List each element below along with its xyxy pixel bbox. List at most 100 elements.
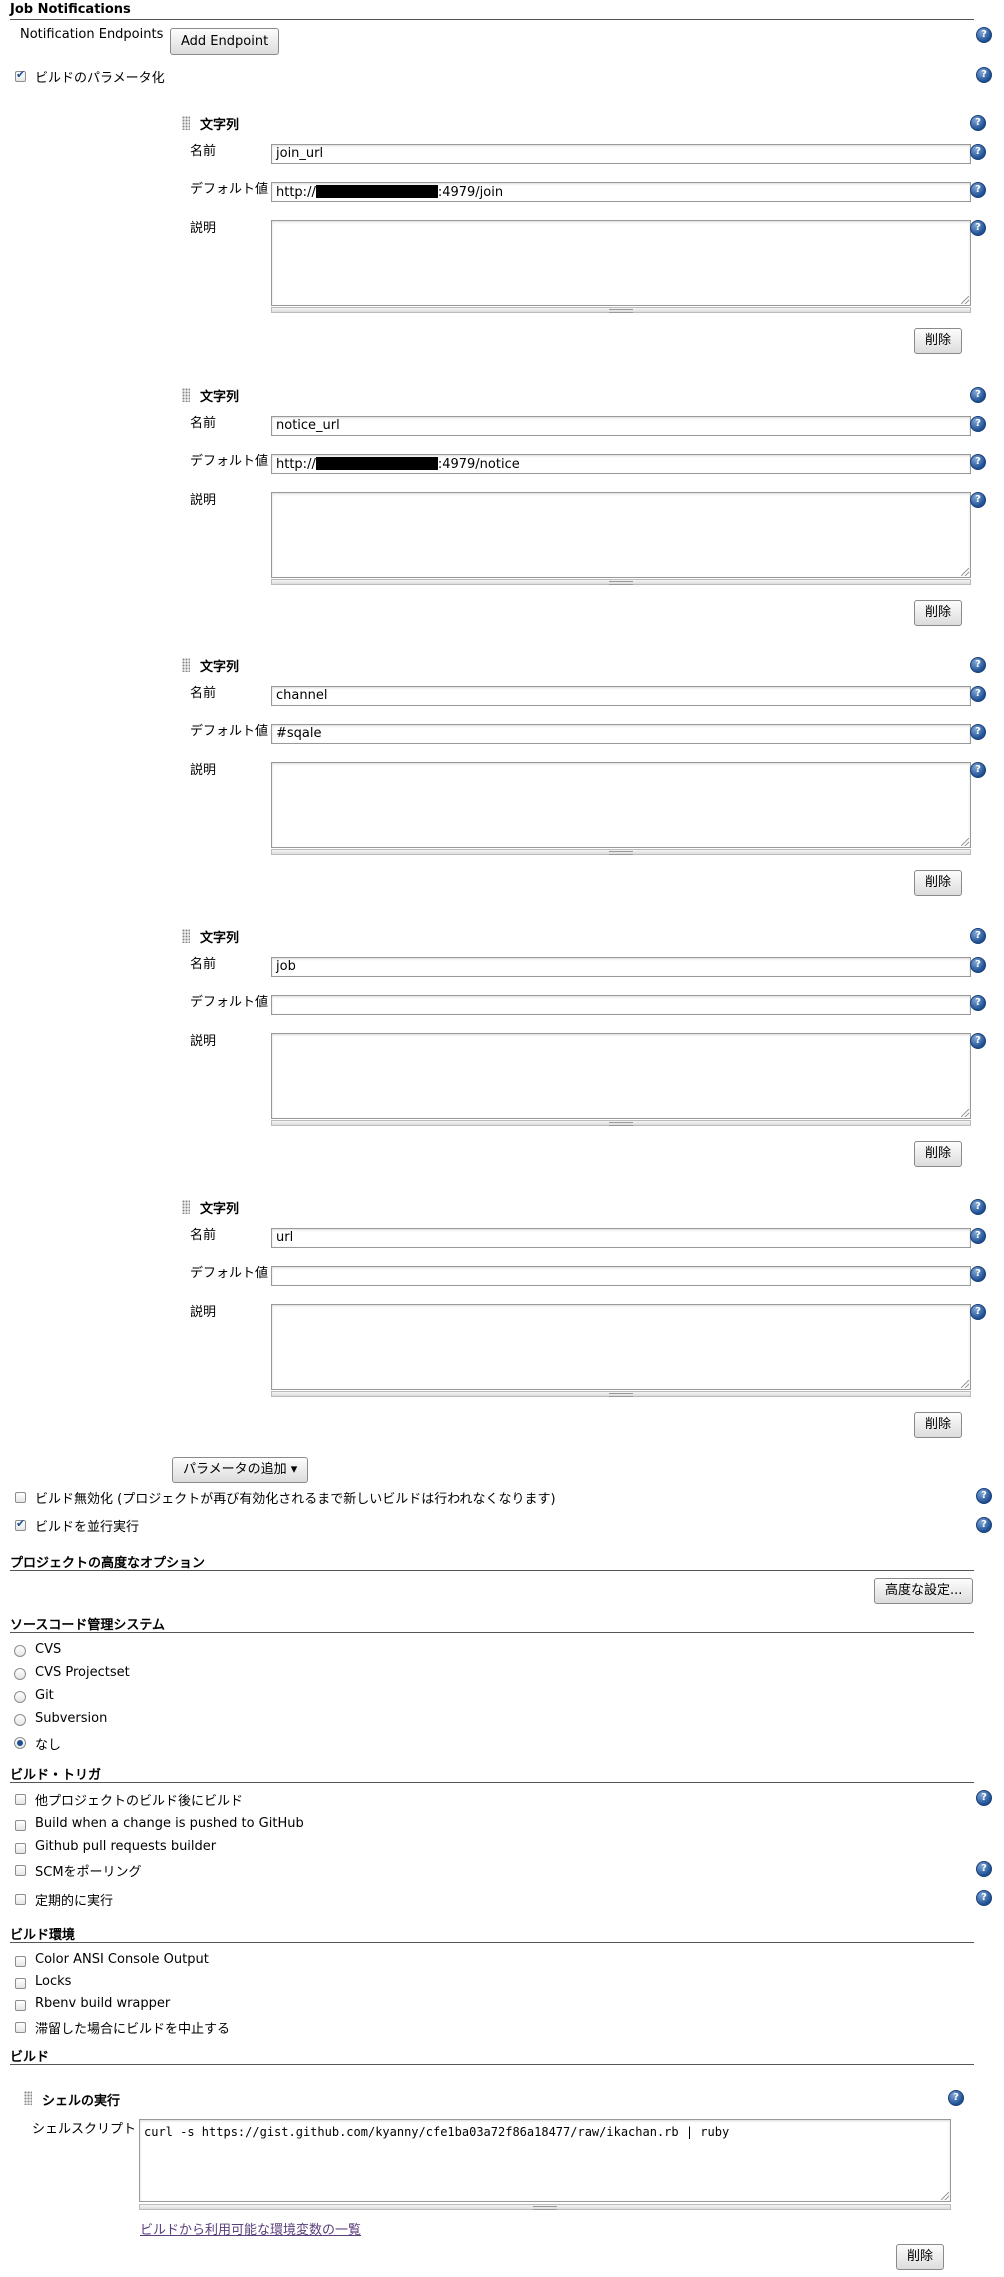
textarea-resize-bar[interactable] xyxy=(271,1391,971,1397)
help-icon[interactable] xyxy=(948,2090,964,2106)
help-icon[interactable] xyxy=(970,144,986,160)
param-name-input[interactable]: url xyxy=(271,1228,971,1248)
delete-param-button[interactable]: 削除 xyxy=(914,1141,963,1167)
textarea-resize-bar[interactable] xyxy=(271,1120,971,1126)
trigger-checkbox[interactable] xyxy=(15,1794,26,1805)
param-default-input[interactable]: http://:4979/notice xyxy=(271,454,971,474)
scm-option-label: CVS Projectset xyxy=(35,1665,130,1680)
help-icon[interactable] xyxy=(970,115,986,131)
param-description-textarea[interactable] xyxy=(271,492,971,578)
drag-handle-icon[interactable] xyxy=(182,929,190,943)
resize-grip-icon[interactable] xyxy=(961,838,969,846)
help-icon[interactable] xyxy=(970,995,986,1011)
help-icon[interactable] xyxy=(976,27,992,43)
param-description-textarea[interactable] xyxy=(271,220,971,306)
delete-build-step-button[interactable]: 削除 xyxy=(896,2244,945,2270)
scm-radio[interactable] xyxy=(14,1691,26,1703)
advanced-settings-button[interactable]: 高度な設定... xyxy=(874,1578,974,1604)
trigger-checkbox[interactable] xyxy=(15,1843,26,1854)
resize-grip-icon[interactable] xyxy=(961,1380,969,1388)
help-icon[interactable] xyxy=(970,1266,986,1282)
scm-title: ソースコード管理システム xyxy=(10,1618,165,1633)
environment-checkbox[interactable] xyxy=(15,2022,26,2033)
help-icon[interactable] xyxy=(970,182,986,198)
resize-grip-icon[interactable] xyxy=(961,1109,969,1117)
param-default-input[interactable] xyxy=(271,995,971,1015)
param-default-input[interactable] xyxy=(271,1266,971,1286)
disable-build-checkbox[interactable] xyxy=(15,1492,26,1503)
resize-grip-icon[interactable] xyxy=(961,296,969,304)
build-title: ビルド xyxy=(10,2050,50,2065)
param-description-textarea[interactable] xyxy=(271,1033,971,1119)
section-divider xyxy=(10,1942,974,1943)
shell-script-textarea[interactable]: curl -s https://gist.github.com/kyanny/c… xyxy=(139,2119,951,2202)
env-vars-link[interactable]: ビルドから利用可能な環境変数の一覧 xyxy=(140,2219,361,2238)
help-icon[interactable] xyxy=(970,657,986,673)
scm-radio[interactable] xyxy=(14,1668,26,1680)
drag-handle-icon[interactable] xyxy=(182,1200,190,1214)
help-icon[interactable] xyxy=(970,686,986,702)
help-icon[interactable] xyxy=(970,762,986,778)
scm-radio[interactable] xyxy=(14,1645,26,1657)
help-icon[interactable] xyxy=(976,1890,992,1906)
add-parameter-button[interactable]: パラメータの追加 ▾ xyxy=(172,1457,309,1483)
delete-param-button[interactable]: 削除 xyxy=(914,328,963,354)
help-icon[interactable] xyxy=(970,492,986,508)
help-icon[interactable] xyxy=(970,416,986,432)
param-description-textarea[interactable] xyxy=(271,762,971,848)
environment-checkbox[interactable] xyxy=(15,2000,26,2011)
textarea-resize-bar[interactable] xyxy=(271,579,971,585)
scm-radio[interactable] xyxy=(14,1737,26,1749)
param-default-input[interactable]: #sqale xyxy=(271,724,971,744)
trigger-checkbox[interactable] xyxy=(15,1894,26,1905)
trigger-checkbox[interactable] xyxy=(15,1865,26,1876)
help-icon[interactable] xyxy=(976,1517,992,1533)
help-icon[interactable] xyxy=(970,1033,986,1049)
add-endpoint-button[interactable]: Add Endpoint xyxy=(170,28,280,55)
help-icon[interactable] xyxy=(970,454,986,470)
help-icon[interactable] xyxy=(970,724,986,740)
scm-radio[interactable] xyxy=(14,1714,26,1726)
section-divider xyxy=(10,19,974,20)
trigger-label: SCMをポーリング xyxy=(35,1865,142,1880)
resize-grip-icon[interactable] xyxy=(941,2192,949,2200)
help-icon[interactable] xyxy=(970,957,986,973)
param-description-label: 説明 xyxy=(190,221,217,236)
help-icon[interactable] xyxy=(970,387,986,403)
delete-param-button[interactable]: 削除 xyxy=(914,1412,963,1438)
environment-checkbox[interactable] xyxy=(15,1978,26,1989)
drag-handle-icon[interactable] xyxy=(182,388,190,402)
drag-handle-icon[interactable] xyxy=(182,658,190,672)
environment-checkbox[interactable] xyxy=(15,1956,26,1967)
textarea-resize-bar[interactable] xyxy=(271,307,971,313)
param-default-input[interactable]: http://:4979/join xyxy=(271,182,971,202)
help-icon[interactable] xyxy=(976,67,992,83)
param-name-input[interactable]: notice_url xyxy=(271,416,971,436)
help-icon[interactable] xyxy=(970,1199,986,1215)
help-icon[interactable] xyxy=(970,1304,986,1320)
param-name-input[interactable]: channel xyxy=(271,686,971,706)
param-name-input[interactable]: join_url xyxy=(271,144,971,164)
parameterize-checkbox[interactable] xyxy=(15,68,26,82)
drag-handle-icon[interactable] xyxy=(24,2091,32,2105)
drag-handle-icon[interactable] xyxy=(182,116,190,130)
param-default-label: デフォルト値 xyxy=(190,182,269,197)
param-description-textarea[interactable] xyxy=(271,1304,971,1390)
delete-param-button[interactable]: 削除 xyxy=(914,870,963,896)
param-type-label: 文字列 xyxy=(200,1202,240,1217)
concurrent-build-checkbox[interactable] xyxy=(15,1517,26,1531)
help-icon[interactable] xyxy=(976,1861,992,1877)
param-name-input[interactable]: job xyxy=(271,957,971,977)
help-icon[interactable] xyxy=(976,1790,992,1806)
resize-grip-icon[interactable] xyxy=(961,568,969,576)
help-icon[interactable] xyxy=(970,220,986,236)
help-icon[interactable] xyxy=(970,928,986,944)
help-icon[interactable] xyxy=(976,1488,992,1504)
delete-param-button[interactable]: 削除 xyxy=(914,600,963,626)
textarea-resize-bar[interactable] xyxy=(139,2204,951,2210)
help-icon[interactable] xyxy=(970,1228,986,1244)
textarea-resize-bar[interactable] xyxy=(271,849,971,855)
trigger-checkbox[interactable] xyxy=(15,1820,26,1831)
section-divider xyxy=(10,1570,974,1571)
job-notifications-title: Job Notifications xyxy=(10,2,131,17)
